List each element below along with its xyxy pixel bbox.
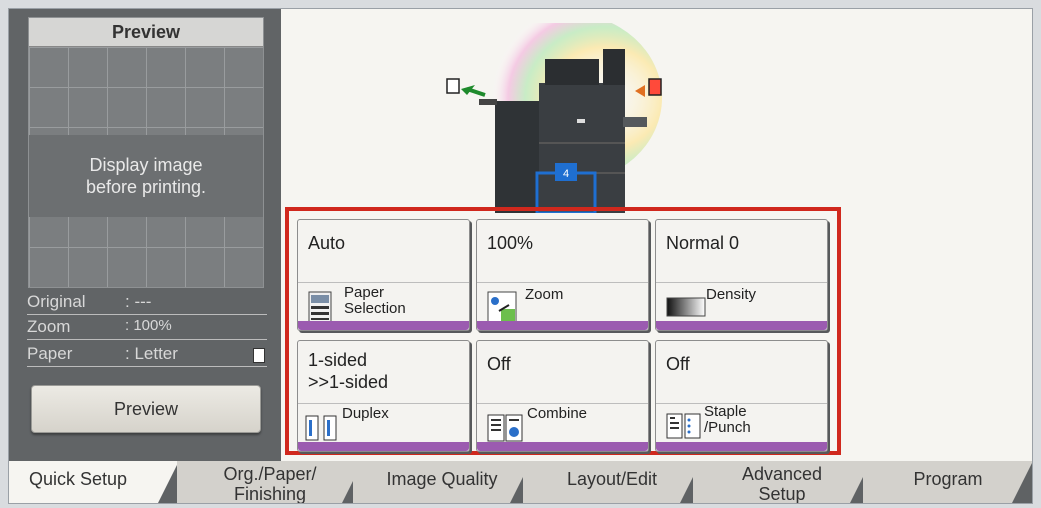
original-value: : --- <box>125 292 152 311</box>
preview-message-line2: before printing. <box>85 177 207 197</box>
density-key-accent <box>656 321 827 330</box>
tab-org-label-1: Org./Paper/ <box>223 464 317 484</box>
tab-image-quality[interactable]: Image Quality <box>353 461 531 504</box>
portrait-paper-icon <box>253 348 265 363</box>
staple-punch-icon <box>666 413 701 439</box>
zoom-label: Zoom <box>525 286 564 303</box>
tab-program-label: Program <box>913 469 983 489</box>
density-value-text: Normal 0 <box>666 233 740 253</box>
original-label: Original <box>27 292 86 311</box>
staple-key-accent <box>656 442 827 451</box>
paper-value: : Letter <box>125 344 178 363</box>
paper-selection-label-2: Selection <box>344 300 406 317</box>
copy-screen: Preview Display image before printing. O… <box>8 8 1033 504</box>
tab-advanced-label-2: Setup <box>758 484 806 504</box>
paper-key-accent <box>298 321 469 330</box>
duplex-label: Duplex <box>342 405 389 422</box>
density-key[interactable]: Normal 0 Density <box>655 219 828 331</box>
tab-quick-setup[interactable]: Quick Setup <box>9 461 179 504</box>
paper-value-text: Auto <box>308 233 346 253</box>
zoom-value: : 100% <box>125 317 172 334</box>
tab-bar: Quick Setup Org./Paper/ Finishing Image … <box>9 461 1033 504</box>
preview-button[interactable]: Preview <box>31 385 261 433</box>
paper-tray-icon <box>308 291 332 323</box>
tab-program[interactable]: Program <box>863 461 1033 504</box>
paper-info: Paper : Letter <box>27 344 267 367</box>
preview-title: Preview <box>29 18 263 47</box>
combine-icon <box>487 414 523 442</box>
tab-org-paper-finishing[interactable]: Org./Paper/ Finishing <box>177 461 363 504</box>
zoom-label: Zoom <box>27 317 71 336</box>
combine-key[interactable]: Off Combine <box>476 340 649 452</box>
duplex-icon <box>305 415 337 441</box>
left-panel: Preview Display image before printing. O… <box>9 9 281 461</box>
zoom-key-accent <box>477 321 648 330</box>
paper-selection-key[interactable]: Auto Paper Selection <box>297 219 470 331</box>
duplex-value-line2: >>1-sided <box>308 372 389 392</box>
tab-layout-edit[interactable]: Layout/Edit <box>523 461 701 504</box>
paper-label: Paper <box>27 344 73 363</box>
zoom-info: Zoom : 100% <box>27 317 267 340</box>
tab-layout-edit-label: Layout/Edit <box>566 469 658 489</box>
tray-number: 4 <box>563 168 569 180</box>
staple-label-1: Staple <box>704 403 747 420</box>
density-label: Density <box>706 286 757 303</box>
tab-advanced-label-1: Advanced <box>741 464 823 484</box>
density-gradient-icon <box>666 297 706 317</box>
staple-value-text: Off <box>666 354 690 374</box>
combine-value-text: Off <box>487 354 511 374</box>
original-info: Original : --- <box>27 292 267 315</box>
duplex-key[interactable]: 1-sided >>1-sided Duplex <box>297 340 470 452</box>
duplex-value-line1: 1-sided <box>308 350 368 370</box>
preview-message: Display image before printing. <box>29 135 263 217</box>
zoom-key[interactable]: 100% Zoom <box>476 219 649 331</box>
tab-image-quality-label: Image Quality <box>386 469 498 489</box>
tab-quick-setup-label: Quick Setup <box>29 469 128 489</box>
combine-label: Combine <box>527 405 588 422</box>
duplex-key-accent <box>298 442 469 451</box>
zoom-value-text: 100% <box>487 233 534 253</box>
paper-selection-label-1: Paper <box>344 284 385 301</box>
preview-message-line1: Display image <box>89 155 203 175</box>
zoom-icon <box>487 291 517 325</box>
staple-punch-key[interactable]: Off Staple /Punch <box>655 340 828 452</box>
tab-org-label-2: Finishing <box>233 484 307 504</box>
combine-key-accent <box>477 442 648 451</box>
machine-illustration: 4 <box>427 13 673 215</box>
staple-label-2: /Punch <box>704 419 751 436</box>
preview-area: Preview Display image before printing. <box>28 17 264 288</box>
tab-advanced-setup[interactable]: Advanced Setup <box>693 461 871 504</box>
